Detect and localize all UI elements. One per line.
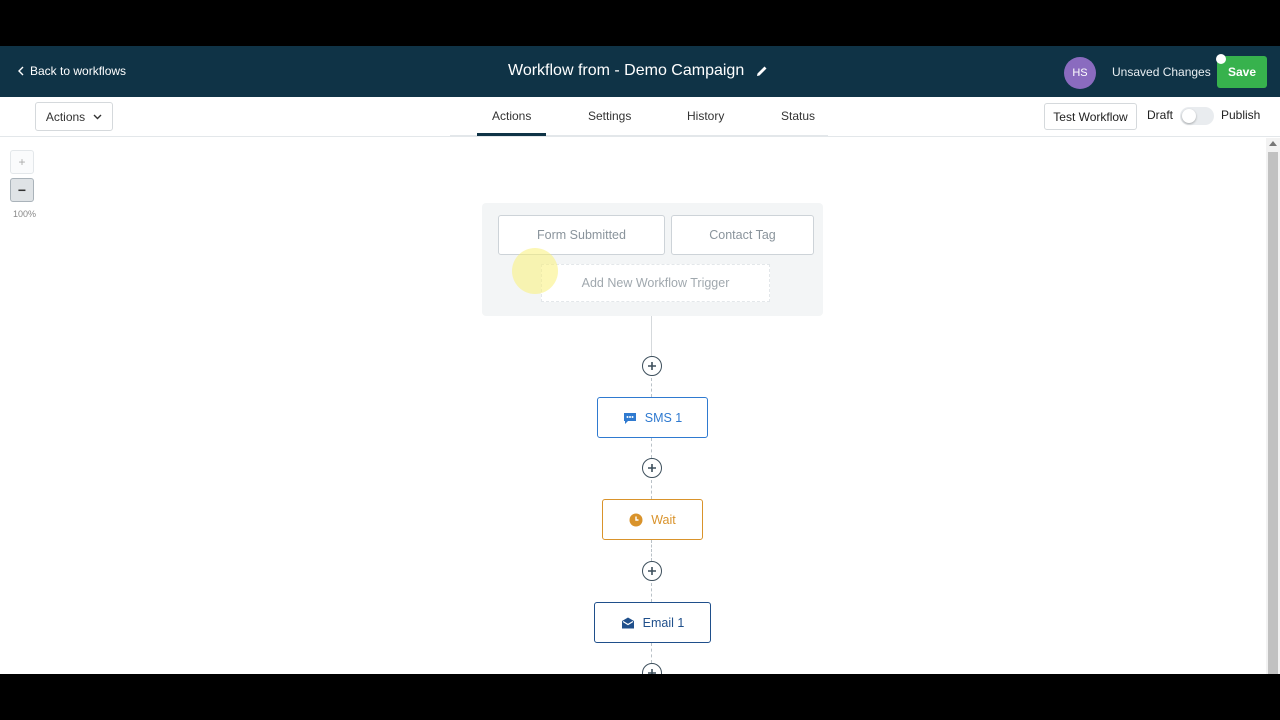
actions-dropdown[interactable]: Actions — [35, 102, 113, 131]
add-action-button[interactable] — [642, 356, 662, 376]
user-avatar[interactable]: HS — [1064, 57, 1096, 89]
publish-toggle[interactable] — [1180, 107, 1214, 125]
sms-icon — [623, 412, 636, 424]
trigger-contact-tag[interactable]: Contact Tag — [671, 215, 814, 255]
vertical-scrollbar[interactable] — [1266, 138, 1280, 674]
scroll-up-arrow-icon[interactable] — [1269, 141, 1277, 146]
app-frame: Back to workflows Workflow from - Demo C… — [0, 46, 1280, 674]
test-workflow-button[interactable]: Test Workflow — [1044, 103, 1137, 130]
scrollbar-thumb[interactable] — [1268, 152, 1278, 674]
draft-label: Draft — [1147, 108, 1174, 122]
tab-settings[interactable]: Settings — [588, 109, 631, 123]
plus-icon — [648, 669, 656, 674]
active-tab-indicator — [477, 133, 546, 136]
clock-icon — [629, 513, 643, 526]
email-icon — [621, 617, 634, 628]
back-to-workflows-link[interactable]: Back to workflows — [17, 64, 126, 78]
add-action-button[interactable] — [642, 458, 662, 478]
workflow-canvas[interactable]: + − 100% Form Submitted Contact Tag Add … — [0, 138, 1266, 674]
unsaved-indicator-dot — [1216, 54, 1226, 64]
connector-line — [651, 316, 652, 356]
zoom-out-button[interactable]: − — [10, 178, 34, 202]
workflow-toolbar: Actions Actions Settings History Status … — [0, 97, 1280, 137]
workflow-title: Workflow from - Demo Campaign — [508, 62, 768, 80]
trigger-form-submitted[interactable]: Form Submitted — [498, 215, 665, 255]
tab-status[interactable]: Status — [781, 109, 815, 123]
wait-node-label: Wait — [651, 512, 676, 527]
add-action-button[interactable] — [642, 561, 662, 581]
tab-history[interactable]: History — [687, 109, 724, 123]
publish-label: Publish — [1221, 108, 1261, 122]
email-node-label: Email 1 — [642, 615, 685, 630]
top-header: Back to workflows Workflow from - Demo C… — [0, 46, 1280, 97]
connector-line — [651, 378, 652, 397]
unsaved-changes-label: Unsaved Changes — [1112, 65, 1211, 79]
connector-line — [651, 583, 652, 602]
actions-dropdown-label: Actions — [45, 109, 86, 124]
wait-action-node[interactable]: Wait — [602, 499, 703, 540]
workflow-title-text: Workflow from - Demo Campaign — [508, 62, 745, 79]
add-workflow-trigger-button[interactable]: Add New Workflow Trigger — [541, 264, 770, 302]
toggle-knob — [1182, 109, 1196, 123]
sms-action-node[interactable]: SMS 1 — [597, 397, 708, 438]
chevron-down-icon — [93, 114, 102, 119]
connector-line — [651, 643, 652, 663]
email-action-node[interactable]: Email 1 — [594, 602, 711, 643]
plus-icon — [648, 362, 656, 370]
zoom-in-button[interactable]: + — [10, 150, 34, 174]
connector-line — [651, 540, 652, 561]
zoom-level-label: 100% — [13, 209, 37, 219]
tab-actions[interactable]: Actions — [492, 109, 531, 123]
edit-pencil-icon[interactable] — [756, 65, 768, 77]
connector-line — [651, 438, 652, 458]
add-action-button[interactable] — [642, 663, 662, 674]
back-label: Back to workflows — [30, 64, 127, 78]
plus-icon — [648, 464, 656, 472]
sms-node-label: SMS 1 — [644, 410, 683, 425]
plus-icon — [648, 567, 656, 575]
connector-line — [651, 480, 652, 499]
chevron-left-icon — [18, 66, 24, 76]
